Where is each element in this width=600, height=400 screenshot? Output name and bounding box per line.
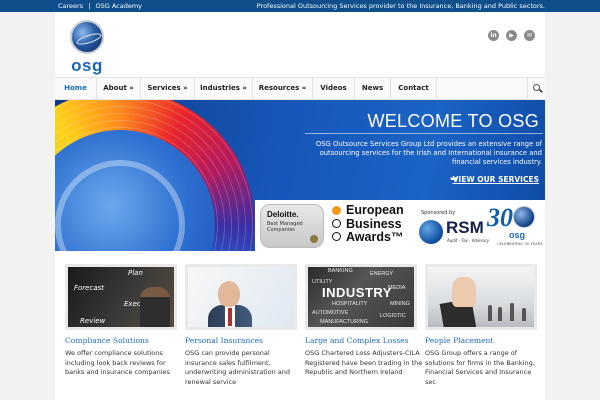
osg30-caption: CELEBRATING 30 YEARS	[497, 241, 543, 246]
thumb-word: MANUFACTURING	[320, 319, 368, 325]
thumb-word: ENERGY	[370, 271, 394, 277]
osg30-number: 30	[487, 203, 513, 232]
thumb-word: INDUSTRY	[322, 285, 392, 300]
card-description: OSG Chartered Loss Adjusters-CILA Regist…	[305, 349, 423, 376]
search-icon-handle	[539, 88, 543, 93]
hero-description: OSG Outsource Services Group Ltd provide…	[315, 140, 542, 166]
nav-resources[interactable]: Resources »	[253, 78, 313, 99]
thumb-word: MEDIA	[388, 285, 406, 291]
people-placement-thumbnail[interactable]	[425, 264, 537, 330]
top-links-separator: |	[88, 2, 91, 10]
osg-globe-icon	[70, 20, 104, 54]
hero-divider	[305, 133, 543, 134]
thumb-word: Plan	[128, 269, 143, 277]
nav-videos[interactable]: Videos	[313, 78, 355, 99]
person-silhouette	[510, 303, 514, 321]
thumb-word: HOSPITALITY	[332, 301, 368, 307]
hero-title: WELCOME TO OSG	[367, 111, 539, 131]
osg-academy-link[interactable]: OSG Academy	[95, 2, 142, 10]
person-silhouette	[498, 307, 502, 321]
top-tagline: Professional Outsourcing Services provid…	[256, 2, 545, 10]
linkedin-icon[interactable]: in	[488, 30, 499, 41]
youtube-icon[interactable]: ▶	[506, 30, 517, 41]
hero-banner: WELCOME TO OSG OSG Outsource Services Gr…	[55, 100, 545, 251]
rsm-subtitle: Audit · Tax · Advisory	[447, 238, 489, 243]
hand-image	[452, 277, 476, 307]
thumb-word: LOGISTIC	[380, 313, 406, 319]
page-container: osg in ▶ ✉ Home About » Services » Indus…	[55, 12, 545, 400]
thumb-word: Review	[80, 317, 106, 325]
eba-bullets	[332, 206, 342, 245]
careers-link[interactable]: Careers	[58, 2, 83, 10]
thumb-word: MINING	[390, 301, 410, 307]
card-description: OSG Group offers a range of solutions fo…	[425, 349, 535, 386]
search-button[interactable]	[527, 78, 545, 99]
eba-line: Awards™	[346, 230, 404, 244]
logo-wordmark: osg	[71, 56, 103, 75]
shirt-image	[225, 305, 235, 327]
person-silhouette	[488, 305, 492, 321]
sponsor-label: Sponsored by	[421, 210, 456, 216]
osg30-word: osg	[509, 230, 526, 240]
card-description: OSG can provide personal insurance sales…	[185, 349, 291, 386]
personal-insurances-thumbnail[interactable]	[185, 264, 297, 330]
deloitte-label: Best Managed Companies	[267, 221, 303, 233]
european-business-awards: European Business Awards™	[346, 203, 404, 245]
top-links: Careers | OSG Academy	[58, 0, 145, 12]
compliance-thumbnail[interactable]: Plan Forecast Execute Review	[65, 264, 177, 330]
card-title[interactable]: Large and Complex Losses	[305, 336, 425, 345]
thumb-word: BANKING	[328, 268, 353, 274]
osg-globe-icon	[513, 206, 535, 228]
large-losses-thumbnail[interactable]: BANKING ENERGY UTILITY INDUSTRY MEDIA HO…	[305, 264, 417, 330]
nav-home[interactable]: Home	[55, 78, 97, 99]
rsm-globe-icon	[419, 220, 443, 244]
person-face-image	[218, 281, 240, 307]
osg-30-years-badge: 30 osg CELEBRATING 30 YEARS	[487, 203, 543, 249]
deloitte-badge: Deloitte. Best Managed Companies	[260, 204, 324, 248]
person-silhouette	[522, 308, 526, 321]
orange-dot-icon	[332, 206, 341, 215]
eba-line: European	[346, 203, 404, 217]
top-bar: Careers | OSG Academy Professional Outso…	[0, 0, 600, 12]
ring-dot-icon	[332, 219, 341, 228]
seal-icon	[310, 235, 318, 243]
view-services-link[interactable]: VIEW OUR SERVICES	[453, 175, 539, 184]
person-image	[140, 287, 170, 327]
nav-industries[interactable]: Industries »	[195, 78, 253, 99]
card-title[interactable]: Personal Insurances	[185, 336, 305, 345]
eba-line: Business	[346, 216, 402, 231]
osg-logo[interactable]: osg	[67, 20, 107, 80]
nav-contact[interactable]: Contact	[391, 78, 437, 99]
nav-services[interactable]: Services »	[141, 78, 195, 99]
rsm-logo: RSM	[446, 218, 484, 237]
card-title[interactable]: People Placement	[425, 336, 545, 345]
email-icon[interactable]: ✉	[524, 30, 535, 41]
nav-about[interactable]: About »	[97, 78, 141, 99]
main-nav: Home About » Services » Industries » Res…	[55, 77, 545, 100]
card-title[interactable]: Compliance Solutions	[65, 336, 185, 345]
nav-news[interactable]: News	[355, 78, 391, 99]
deloitte-name: Deloitte.	[267, 210, 299, 219]
thumb-word: Forecast	[74, 284, 105, 292]
award-banner: Deloitte. Best Managed Companies Europea…	[255, 200, 545, 251]
card-description: We offer compliance solutions including …	[65, 349, 170, 376]
thumb-word: AUTOMOTIVE	[312, 310, 349, 316]
ring-dot-icon	[332, 232, 341, 241]
